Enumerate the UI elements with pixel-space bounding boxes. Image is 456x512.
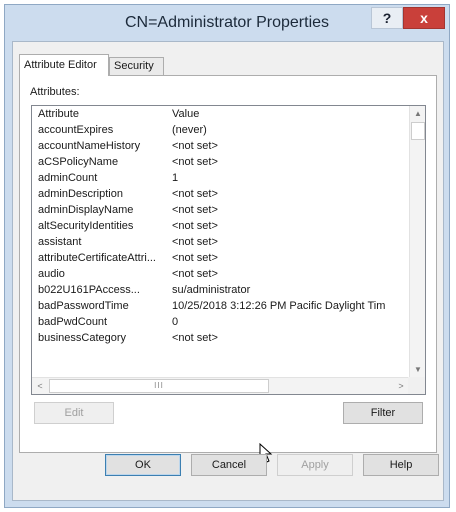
attribute-value: 0 [172, 316, 179, 328]
attribute-name: adminCount [38, 172, 98, 184]
attribute-name: badPwdCount [38, 316, 108, 328]
list-header[interactable]: Attribute Value [32, 106, 410, 122]
attribute-name: altSecurityIdentities [38, 220, 134, 232]
attributes-rows: Attribute Value accountExpires (never) ac… [32, 106, 410, 378]
scroll-left-icon[interactable]: < [32, 378, 48, 394]
attribute-value: <not set> [172, 156, 218, 168]
table-row[interactable]: altSecurityIdentities <not set> [32, 218, 410, 234]
attribute-name: businessCategory [38, 332, 127, 344]
attribute-value: 1 [172, 172, 179, 184]
attribute-name: b022U161PAccess... [38, 284, 140, 296]
attribute-value: <not set> [172, 204, 218, 216]
attribute-value: <not set> [172, 268, 218, 280]
ok-button[interactable]: OK [105, 454, 181, 476]
attribute-value: su/administrator [172, 284, 251, 296]
scroll-right-icon[interactable]: > [393, 378, 409, 394]
scrollbar-corner [408, 377, 425, 394]
cancel-button[interactable]: Cancel [191, 454, 267, 476]
title-bar[interactable]: CN=Administrator Properties ? x [5, 5, 449, 37]
table-row[interactable]: adminCount 1 [32, 170, 410, 186]
attribute-value: <not set> [172, 252, 218, 264]
table-row[interactable]: accountNameHistory <not set> [32, 138, 410, 154]
table-row[interactable]: aCSPolicyName <not set> [32, 154, 410, 170]
column-header-attribute[interactable]: Attribute [38, 106, 166, 122]
attribute-value: <not set> [172, 140, 218, 152]
properties-dialog: CN=Administrator Properties ? x Attribut… [4, 4, 450, 508]
table-row[interactable]: attributeCertificateAttri... <not set> [32, 250, 410, 266]
scroll-down-icon[interactable]: ▼ [410, 362, 425, 378]
attribute-name: aCSPolicyName [38, 156, 119, 168]
attributes-label: Attributes: [30, 86, 80, 98]
tab-security[interactable]: Security [109, 57, 164, 76]
horizontal-scroll-thumb[interactable]: III [49, 379, 269, 393]
dialog-client-area: Attribute Editor Security Attributes: At… [12, 41, 444, 501]
apply-button[interactable]: Apply [277, 454, 353, 476]
attribute-value: <not set> [172, 188, 218, 200]
attribute-value: 10/25/2018 3:12:26 PM Pacific Daylight T… [172, 300, 386, 312]
table-row[interactable]: businessCategory <not set> [32, 330, 410, 346]
horizontal-scrollbar[interactable]: < III > [32, 377, 409, 394]
attribute-name: accountNameHistory [38, 140, 141, 152]
attribute-value: <not set> [172, 332, 218, 344]
table-row[interactable]: assistant <not set> [32, 234, 410, 250]
vertical-scrollbar[interactable]: ▲ ▼ [409, 106, 425, 378]
attribute-name: audio [38, 268, 65, 280]
scroll-up-icon[interactable]: ▲ [410, 106, 425, 122]
attribute-name: adminDescription [38, 188, 123, 200]
filter-button[interactable]: Filter [343, 402, 423, 424]
tab-attribute-editor[interactable]: Attribute Editor [19, 54, 109, 76]
attribute-name: assistant [38, 236, 82, 248]
help-button[interactable]: Help [363, 454, 439, 476]
table-row[interactable]: accountExpires (never) [32, 122, 410, 138]
attribute-name: accountExpires [38, 124, 114, 136]
table-row[interactable]: adminDisplayName <not set> [32, 202, 410, 218]
vertical-scroll-thumb[interactable] [411, 122, 425, 140]
table-row[interactable]: adminDescription <not set> [32, 186, 410, 202]
attribute-value: <not set> [172, 220, 218, 232]
close-button[interactable]: x [403, 7, 445, 29]
table-row[interactable]: b022U161PAccess... su/administrator [32, 282, 410, 298]
edit-button[interactable]: Edit [34, 402, 114, 424]
attribute-name: badPasswordTime [38, 300, 129, 312]
help-title-button[interactable]: ? [371, 7, 403, 29]
attribute-name: adminDisplayName [38, 204, 134, 216]
attribute-value: <not set> [172, 236, 218, 248]
table-row[interactable]: badPwdCount 0 [32, 314, 410, 330]
attribute-name: attributeCertificateAttri... [38, 252, 156, 264]
attributes-list[interactable]: Attribute Value accountExpires (never) ac… [31, 105, 426, 395]
attribute-value: (never) [172, 124, 207, 136]
table-row[interactable]: badPasswordTime 10/25/2018 3:12:26 PM Pac… [32, 298, 410, 314]
column-header-value[interactable]: Value [172, 106, 410, 122]
attribute-editor-panel: Attributes: Attribute Value accountExpir… [19, 75, 437, 453]
table-row[interactable]: audio <not set> [32, 266, 410, 282]
